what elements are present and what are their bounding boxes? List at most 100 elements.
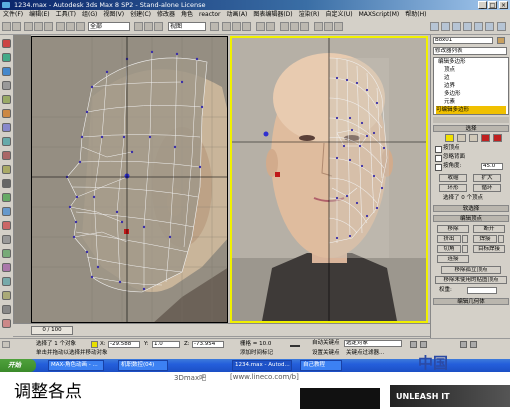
menu-create[interactable]: 创建(C) bbox=[130, 11, 151, 18]
taskbar-item[interactable]: MAX-角色动画 - ... bbox=[48, 360, 104, 371]
menu-views[interactable]: 视图(V) bbox=[103, 11, 124, 18]
stack-item[interactable]: 多边形 bbox=[444, 90, 461, 98]
select-move-icon[interactable] bbox=[134, 22, 143, 31]
reactor-point-icon[interactable] bbox=[2, 249, 11, 258]
weld-button[interactable]: 焊接 bbox=[473, 235, 497, 243]
menu-help[interactable]: 帮助(H) bbox=[405, 11, 426, 18]
menu-graph-editors[interactable]: 图表编辑器(D) bbox=[253, 11, 292, 18]
reactor-rope-icon[interactable] bbox=[2, 81, 11, 90]
taskbar-item[interactable]: 自己教程 bbox=[300, 360, 342, 371]
schematic-view-icon[interactable] bbox=[300, 22, 309, 31]
unlink-icon[interactable] bbox=[34, 22, 43, 31]
select-scale-icon[interactable] bbox=[154, 22, 163, 31]
reactor-preview-icon[interactable] bbox=[2, 319, 11, 328]
reactor-cloth-icon[interactable] bbox=[2, 53, 11, 62]
connect-button[interactable]: 连接 bbox=[437, 255, 469, 263]
by-angle-checkbox[interactable] bbox=[435, 164, 442, 171]
reactor-rigid-icon[interactable] bbox=[2, 39, 11, 48]
selection-filter-select[interactable]: 全部 bbox=[88, 22, 130, 31]
curve-editor-icon[interactable] bbox=[290, 22, 299, 31]
menu-animation[interactable]: 动画(A) bbox=[227, 11, 248, 18]
stack-item-selected[interactable]: 可编辑多边形 bbox=[436, 106, 506, 114]
pan-icon[interactable] bbox=[470, 341, 477, 348]
selection-region-icon[interactable] bbox=[76, 22, 85, 31]
taskbar-item[interactable]: 机职数控(04) bbox=[118, 360, 168, 371]
object-name-field[interactable]: Box01 bbox=[433, 37, 493, 44]
stack-item[interactable]: 编辑多边形 bbox=[438, 58, 466, 66]
align-icon[interactable] bbox=[266, 22, 275, 31]
reference-coordinate-select[interactable]: 视图 bbox=[168, 22, 206, 31]
render-scene-icon[interactable] bbox=[324, 22, 333, 31]
stack-item[interactable]: 边界 bbox=[444, 82, 455, 90]
reactor-carwheel-icon[interactable] bbox=[2, 291, 11, 300]
menu-reactor[interactable]: reactor bbox=[199, 11, 221, 18]
select-by-name-icon[interactable] bbox=[66, 22, 75, 31]
snap-icon[interactable] bbox=[222, 22, 231, 31]
edit-geometry-rollout-header[interactable]: 编辑几何体 bbox=[433, 298, 509, 305]
time-slider[interactable]: 0 / 100 bbox=[13, 323, 430, 339]
reactor-soft-icon[interactable] bbox=[2, 67, 11, 76]
weld-settings-button[interactable] bbox=[498, 235, 504, 243]
maximize-button[interactable]: □ bbox=[488, 1, 497, 9]
percent-snap-icon[interactable] bbox=[242, 22, 251, 31]
mirror-icon[interactable] bbox=[256, 22, 265, 31]
chamfer-button[interactable]: 切角 bbox=[437, 245, 461, 253]
ignore-backface-checkbox[interactable] bbox=[435, 155, 442, 162]
menu-file[interactable]: 文件(F) bbox=[3, 11, 23, 18]
reactor-toy-car-icon[interactable] bbox=[2, 179, 11, 188]
grow-button[interactable]: 扩大 bbox=[473, 174, 501, 182]
vertex-level-icon[interactable] bbox=[445, 134, 454, 142]
reactor-plane-icon[interactable] bbox=[2, 109, 11, 118]
by-vertex-checkbox[interactable] bbox=[435, 146, 442, 153]
undo-icon[interactable] bbox=[2, 22, 11, 31]
loop-button[interactable]: 循环 bbox=[473, 184, 501, 192]
menu-maxscript[interactable]: MAXScript(M) bbox=[359, 11, 400, 18]
menu-group[interactable]: 组(G) bbox=[82, 11, 97, 18]
link-icon[interactable] bbox=[24, 22, 33, 31]
selection-rollout-header[interactable]: 选择 bbox=[433, 125, 509, 132]
key-icon[interactable] bbox=[290, 345, 300, 353]
redo-icon[interactable] bbox=[12, 22, 21, 31]
key-filters-button[interactable]: 关键点过滤器... bbox=[346, 350, 384, 357]
stack-item[interactable]: 元素 bbox=[444, 98, 455, 106]
break-button[interactable]: 断开 bbox=[473, 225, 505, 233]
remove-button[interactable]: 移除 bbox=[437, 225, 469, 233]
taskbar-item-active[interactable]: 1234.max - Autod... bbox=[232, 360, 292, 371]
reactor-deform-icon[interactable] bbox=[2, 95, 11, 104]
minimize-button[interactable]: _ bbox=[478, 1, 487, 9]
add-time-tag[interactable]: 添加时间标记 bbox=[240, 350, 273, 357]
quick-render-icon[interactable] bbox=[334, 22, 343, 31]
ring-button[interactable]: 环形 bbox=[439, 184, 467, 192]
menu-character[interactable]: 角色 bbox=[181, 11, 193, 18]
maxscript-listener-icon[interactable] bbox=[2, 341, 10, 348]
menu-tools[interactable]: 工具(T) bbox=[56, 11, 76, 18]
border-level-icon[interactable] bbox=[469, 134, 478, 142]
shrink-button[interactable]: 收缩 bbox=[439, 174, 467, 182]
reactor-hinge-icon[interactable] bbox=[2, 235, 11, 244]
reactor-motor-icon[interactable] bbox=[2, 151, 11, 160]
reactor-spring-icon[interactable] bbox=[2, 123, 11, 132]
reactor-analyze-icon[interactable] bbox=[2, 305, 11, 314]
panel-options-icon[interactable] bbox=[497, 22, 506, 31]
selected-filter-select[interactable]: 选定对象 bbox=[344, 340, 402, 347]
next-frame-icon[interactable] bbox=[420, 341, 427, 348]
utilities-tab-icon[interactable] bbox=[485, 22, 494, 31]
stack-item[interactable]: 边 bbox=[444, 74, 450, 82]
time-slider-thumb[interactable]: 0 / 100 bbox=[31, 326, 73, 335]
edge-level-icon[interactable] bbox=[457, 134, 466, 142]
layer-manager-icon[interactable] bbox=[280, 22, 289, 31]
pivot-center-icon[interactable] bbox=[210, 22, 219, 31]
polygon-level-icon[interactable] bbox=[481, 134, 490, 142]
remove-isolated-button[interactable]: 移除孤立顶点 bbox=[441, 266, 501, 274]
z-coordinate-field[interactable]: -73.954 bbox=[192, 341, 224, 348]
menu-edit[interactable]: 编辑(E) bbox=[29, 11, 49, 18]
start-button[interactable]: 开始 bbox=[0, 359, 36, 372]
reactor-fracture-icon[interactable] bbox=[2, 193, 11, 202]
y-coordinate-field[interactable]: 1.0 bbox=[152, 341, 180, 348]
motion-tab-icon[interactable] bbox=[463, 22, 472, 31]
close-button[interactable]: × bbox=[499, 1, 508, 9]
weight-field[interactable] bbox=[467, 287, 497, 294]
stack-item[interactable]: 顶点 bbox=[444, 66, 455, 74]
menu-modifiers[interactable]: 修改器 bbox=[157, 11, 175, 18]
display-tab-icon[interactable] bbox=[474, 22, 483, 31]
